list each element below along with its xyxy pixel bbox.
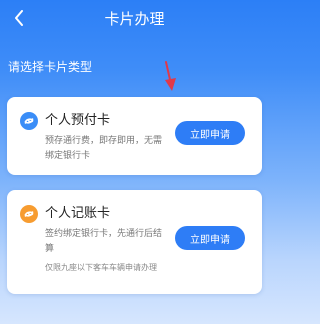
card-description: 预存通行费，即存即用，无需绑定银行卡 — [45, 136, 163, 161]
swirl-icon — [20, 205, 38, 223]
card-note: 仅限九座以下客车车辆申请办理 — [45, 263, 157, 272]
card-title: 个人记账卡 — [45, 206, 111, 221]
chevron-left-icon[interactable] — [10, 9, 28, 27]
card-credit[interactable]: 个人记账卡 签约绑定银行卡，先通行后结算 立即申请 仅限九座以下客车车辆申请办理 — [7, 190, 262, 294]
section-subtitle: 请选择卡片类型 — [8, 60, 93, 74]
card-title: 个人预付卡 — [45, 113, 111, 128]
card-prepaid[interactable]: 个人预付卡 预存通行费，即存即用，无需绑定银行卡 立即申请 — [7, 97, 262, 175]
swirl-icon — [20, 112, 38, 130]
arrow-down-icon — [165, 61, 176, 91]
card-description: 签约绑定银行卡，先通行后结算 — [45, 229, 163, 254]
page-title: 卡片办理 — [104, 9, 165, 28]
apply-prepaid-button[interactable]: 立即申请 — [175, 121, 245, 145]
apply-credit-button[interactable]: 立即申请 — [175, 226, 245, 250]
header-bar: 卡片办理 — [0, 0, 269, 36]
